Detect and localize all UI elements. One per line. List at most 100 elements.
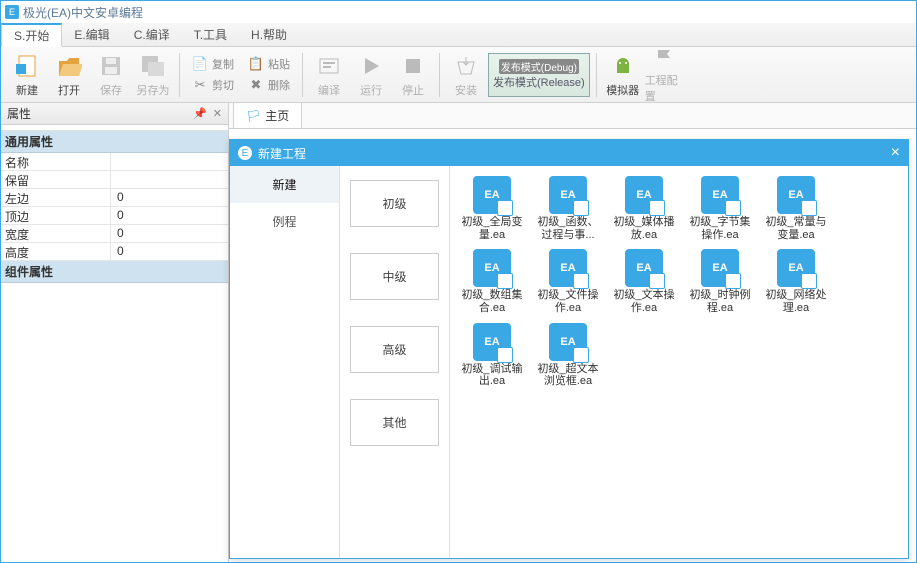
toolbar: 新建 打开 保存 另存为 📄复制 ✂剪切 📋粘贴 ✖删除 编译 <box>1 47 916 103</box>
release-top: 发布模式(Debug) <box>499 59 579 74</box>
cut-icon: ✂ <box>192 77 208 93</box>
project-label: 初级_媒体播放.ea <box>608 216 680 241</box>
project-icon <box>625 249 663 287</box>
install-icon <box>452 52 480 80</box>
project-item[interactable]: 初级_函数、过程与事... <box>532 176 604 241</box>
project-label: 初级_数组集合.ea <box>456 289 528 314</box>
release-mode-button[interactable]: 发布模式(Debug) 发布模式(Release) <box>488 53 590 97</box>
new-icon <box>13 52 41 80</box>
toolbar-sep-4 <box>596 53 597 97</box>
project-label: 初级_调试输出.ea <box>456 363 528 388</box>
delete-icon: ✖ <box>248 77 264 93</box>
prop-row-reserved[interactable]: 保留 <box>1 171 228 189</box>
level-intermediate[interactable]: 中级 <box>350 253 439 300</box>
project-label: 初级_全局变量.ea <box>456 216 528 241</box>
level-beginner[interactable]: 初级 <box>350 180 439 227</box>
run-button[interactable]: 运行 <box>351 49 391 101</box>
project-item[interactable]: 初级_常量与变量.ea <box>760 176 832 241</box>
menu-edit[interactable]: E.编辑 <box>62 23 121 46</box>
prop-row-width[interactable]: 宽度0 <box>1 225 228 243</box>
menu-help[interactable]: H.帮助 <box>239 23 299 46</box>
project-icon <box>549 249 587 287</box>
project-item[interactable]: 初级_媒体播放.ea <box>608 176 680 241</box>
projcfg-button[interactable]: 工程配置 <box>645 49 685 101</box>
toolbar-sep-3 <box>439 53 440 97</box>
dialog-icon: E <box>238 146 252 160</box>
delete-button[interactable]: ✖删除 <box>242 75 296 95</box>
app-title: 极光(EA)中文安卓编程 <box>23 4 143 21</box>
install-button[interactable]: 安装 <box>446 49 486 101</box>
paste-button[interactable]: 📋粘贴 <box>242 54 296 74</box>
project-item[interactable]: 初级_文件操作.ea <box>532 249 604 314</box>
clipboard-group-2: 📋粘贴 ✖删除 <box>242 54 296 95</box>
open-button[interactable]: 打开 <box>49 49 89 101</box>
project-label: 初级_常量与变量.ea <box>760 216 832 241</box>
prop-row-top[interactable]: 顶边0 <box>1 207 228 225</box>
paste-icon: 📋 <box>248 56 264 72</box>
project-label: 初级_文件操作.ea <box>532 289 604 314</box>
tab-main[interactable]: 🏳 主页 <box>233 102 302 128</box>
save-button[interactable]: 保存 <box>91 49 131 101</box>
project-label: 初级_文本操作.ea <box>608 289 680 314</box>
save-icon <box>97 52 125 80</box>
project-item[interactable]: 初级_网络处理.ea <box>760 249 832 314</box>
project-item[interactable]: 初级_文本操作.ea <box>608 249 680 314</box>
dialog-close-button[interactable]: × <box>891 144 900 162</box>
project-icon <box>625 176 663 214</box>
level-other[interactable]: 其他 <box>350 399 439 446</box>
menubar: S.开始 E.编辑 C.编译 T.工具 H.帮助 <box>1 23 916 47</box>
menu-tools[interactable]: T.工具 <box>182 23 239 46</box>
cut-button[interactable]: ✂剪切 <box>186 75 240 95</box>
project-icon <box>473 249 511 287</box>
compile-button[interactable]: 编译 <box>309 49 349 101</box>
menu-start[interactable]: S.开始 <box>1 23 62 47</box>
prop-row-height[interactable]: 高度0 <box>1 243 228 261</box>
emulator-button[interactable]: 模拟器 <box>603 49 643 101</box>
body-area: 属性 📌 ✕ 通用属性 名称 保留 左边0 顶边0 宽度0 高度0 组件属性 🏳… <box>1 103 916 562</box>
prop-category-general[interactable]: 通用属性 <box>1 131 228 153</box>
level-advanced[interactable]: 高级 <box>350 326 439 373</box>
stop-icon <box>399 52 427 80</box>
tabstrip: 🏳 主页 <box>229 103 916 129</box>
dialog-body: 新建 例程 初级 中级 高级 其他 初级_全局变量.ea初级_函数、过程与事..… <box>230 166 908 558</box>
prop-row-left[interactable]: 左边0 <box>1 189 228 207</box>
compile-icon <box>315 52 343 80</box>
menu-compile[interactable]: C.编译 <box>122 23 182 46</box>
project-item[interactable]: 初级_数组集合.ea <box>456 249 528 314</box>
project-icon <box>777 249 815 287</box>
project-item[interactable]: 初级_字节集操作.ea <box>684 176 756 241</box>
properties-panel: 属性 📌 ✕ 通用属性 名称 保留 左边0 顶边0 宽度0 高度0 组件属性 <box>1 103 229 562</box>
dialog-titlebar[interactable]: E 新建工程 × <box>230 140 908 166</box>
project-item[interactable]: 初级_时钟例程.ea <box>684 249 756 314</box>
project-label: 初级_字节集操作.ea <box>684 216 756 241</box>
pin-icon[interactable]: 📌 <box>193 107 207 120</box>
close-panel-icon[interactable]: ✕ <box>213 107 222 120</box>
toolbar-sep-2 <box>302 53 303 97</box>
dialog-left-tabs: 新建 例程 <box>230 166 340 558</box>
project-item[interactable]: 初级_调试输出.ea <box>456 323 528 388</box>
prop-category-component[interactable]: 组件属性 <box>1 261 228 283</box>
new-project-dialog: E 新建工程 × 新建 例程 初级 中级 高级 <box>229 139 909 559</box>
project-icon <box>777 176 815 214</box>
project-item[interactable]: 初级_超文本浏览框.ea <box>532 323 604 388</box>
app-icon: E <box>5 5 19 19</box>
clipboard-group: 📄复制 ✂剪切 <box>186 54 240 95</box>
project-label: 初级_网络处理.ea <box>760 289 832 314</box>
project-icon <box>701 249 739 287</box>
dialog-tab-new[interactable]: 新建 <box>230 166 339 203</box>
dialog-title-text: 新建工程 <box>258 145 306 162</box>
copy-icon: 📄 <box>192 56 208 72</box>
app-window: E 极光(EA)中文安卓编程 S.开始 E.编辑 C.编译 T.工具 H.帮助 … <box>0 0 917 563</box>
project-icon <box>473 176 511 214</box>
dialog-tab-example[interactable]: 例程 <box>230 203 339 240</box>
new-button[interactable]: 新建 <box>7 49 47 101</box>
stop-button[interactable]: 停止 <box>393 49 433 101</box>
content-area: E 新建工程 × 新建 例程 初级 中级 高级 <box>229 129 916 562</box>
project-icon <box>549 176 587 214</box>
prop-row-name[interactable]: 名称 <box>1 153 228 171</box>
android-icon <box>609 52 637 80</box>
copy-button[interactable]: 📄复制 <box>186 54 240 74</box>
saveas-button[interactable]: 另存为 <box>133 49 173 101</box>
properties-header: 属性 📌 ✕ <box>1 103 228 125</box>
project-item[interactable]: 初级_全局变量.ea <box>456 176 528 241</box>
